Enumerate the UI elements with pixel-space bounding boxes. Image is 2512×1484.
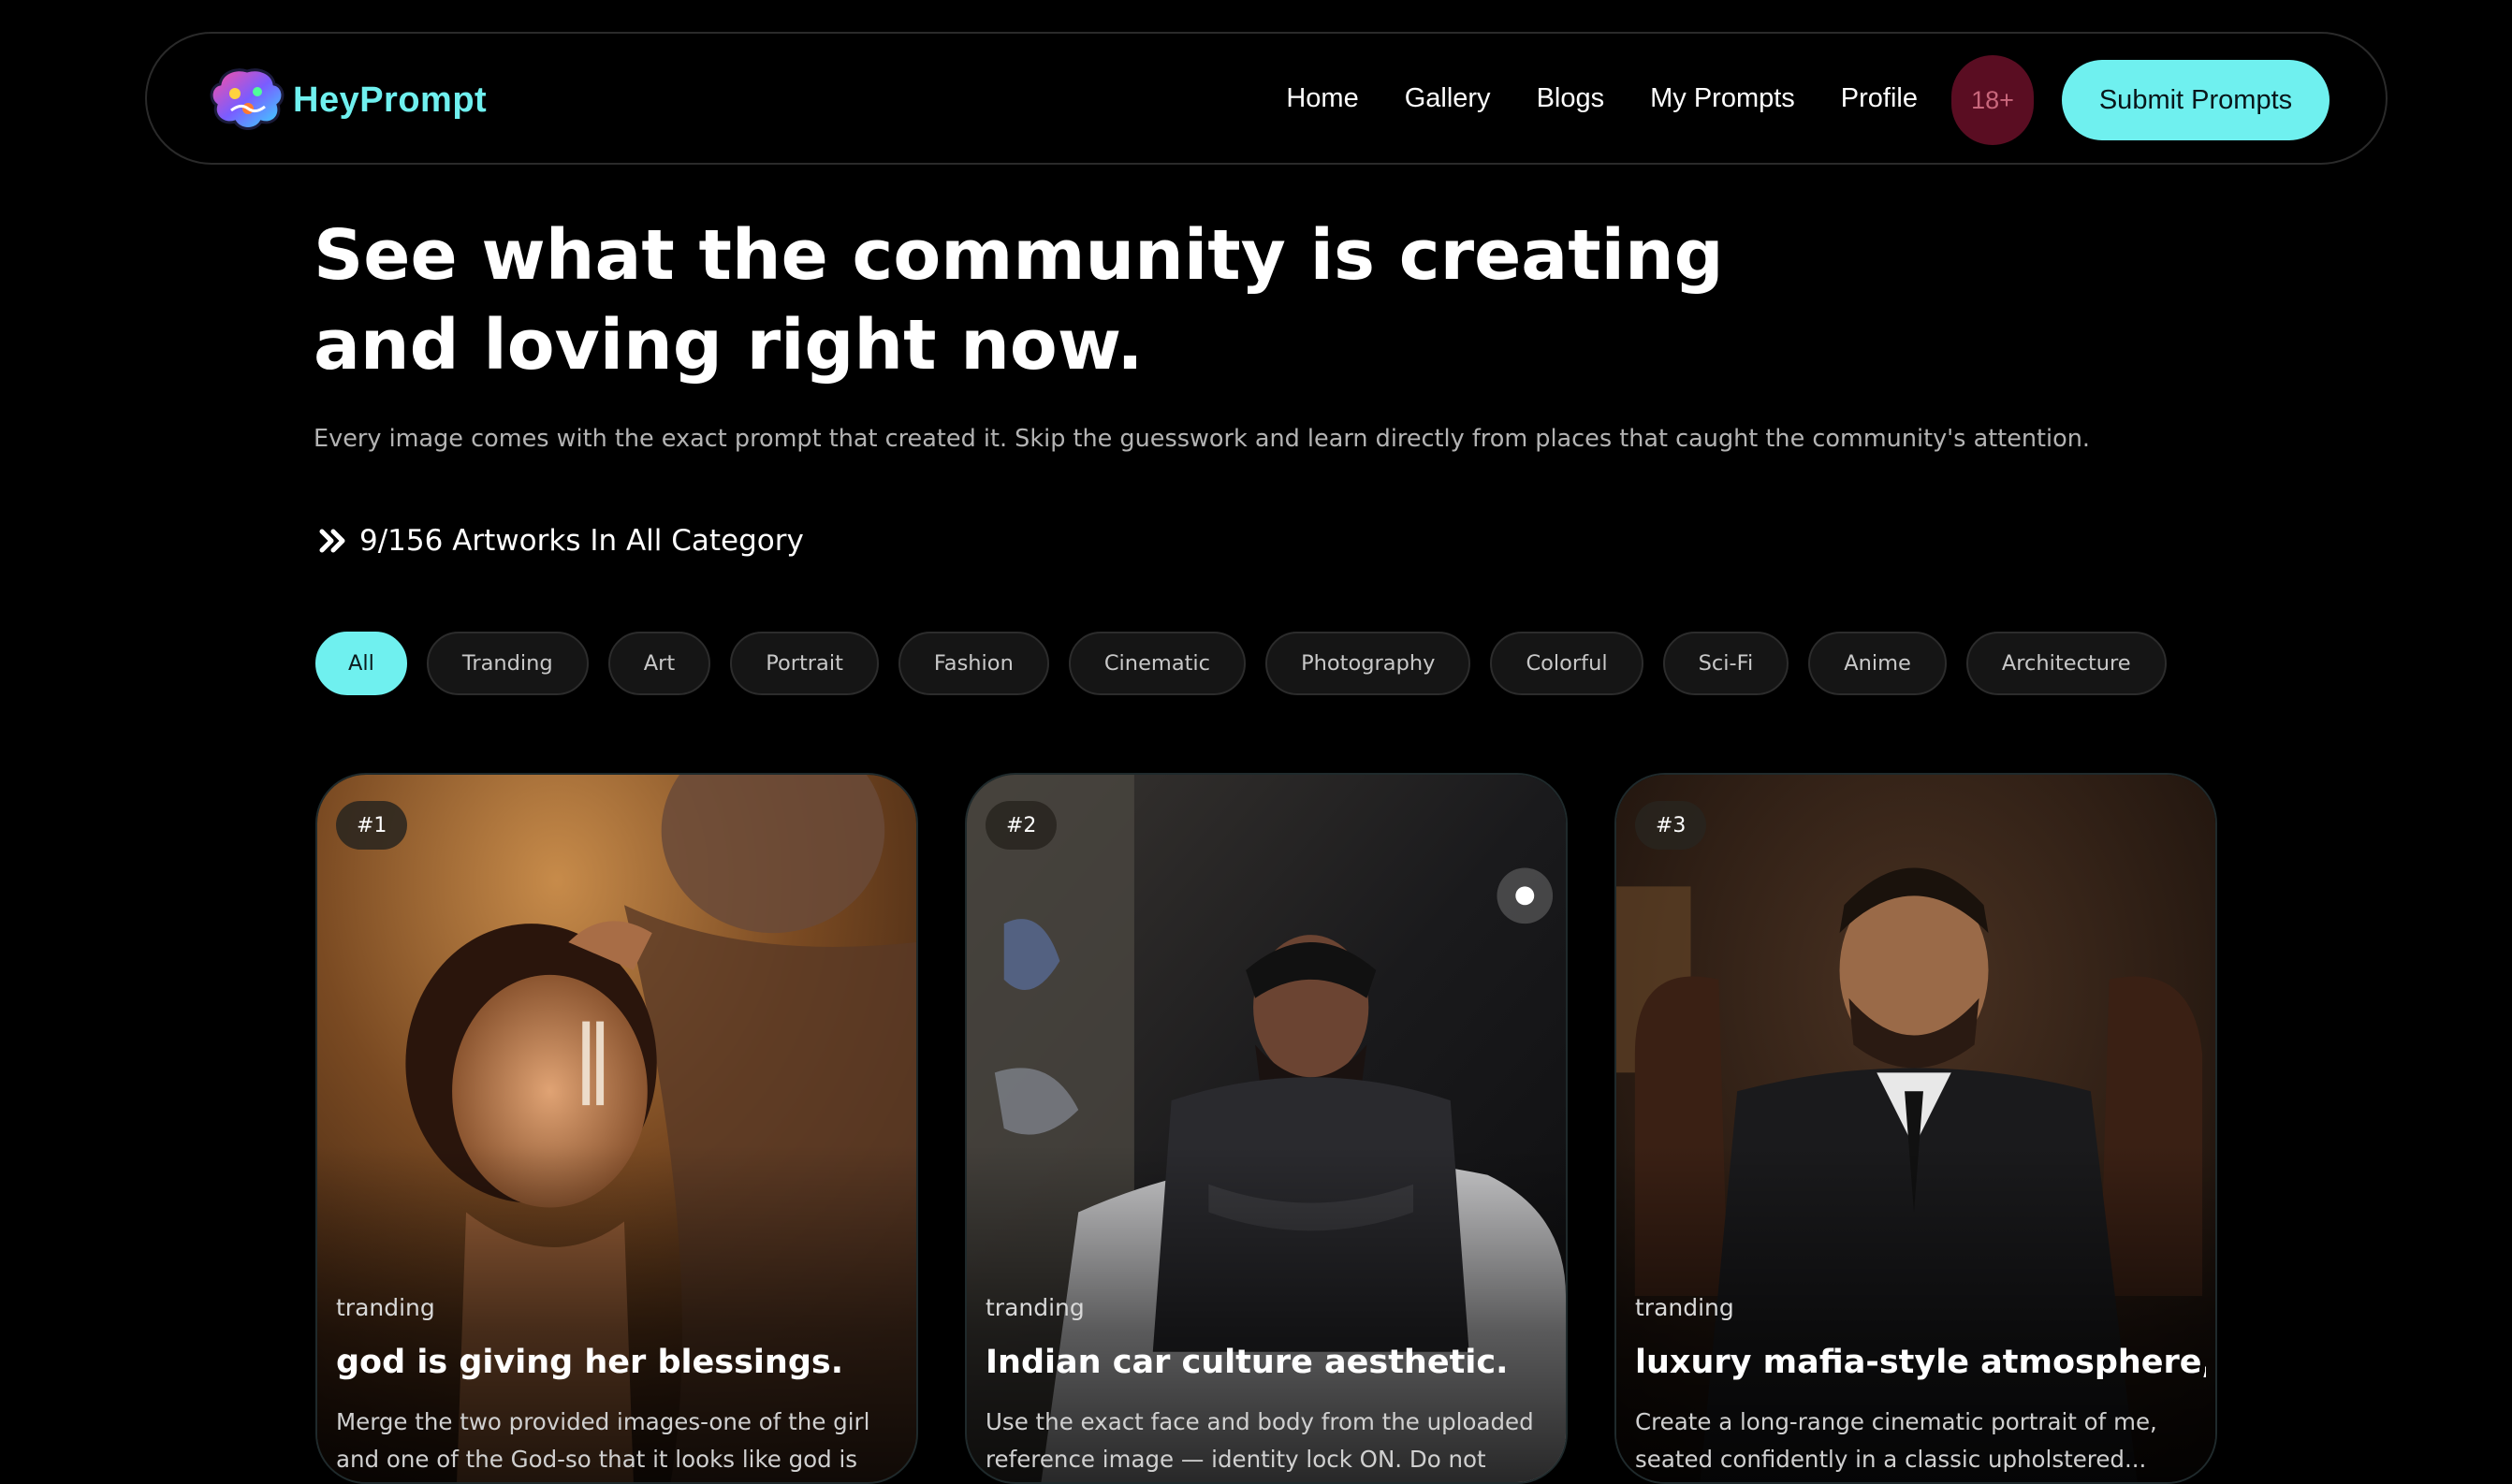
navbar: HeyPrompt Home Gallery Blogs My Prompts … bbox=[145, 32, 2388, 165]
nav-blogs[interactable]: Blogs bbox=[1537, 83, 1605, 114]
page-subtitle: Every image comes with the exact prompt … bbox=[314, 425, 2090, 453]
nav-gallery[interactable]: Gallery bbox=[1405, 83, 1491, 114]
category-photography[interactable]: Photography bbox=[1265, 632, 1471, 695]
category-portrait[interactable]: Portrait bbox=[730, 632, 879, 695]
artwork-card[interactable]: #2 tranding Indian car culture aesthetic… bbox=[965, 773, 1568, 1484]
card-description: Create a long-range cinematic portrait o… bbox=[1635, 1408, 2157, 1473]
card-category: tranding bbox=[986, 1294, 1085, 1321]
nav-profile[interactable]: Profile bbox=[1841, 83, 1918, 114]
double-chevron-right-icon bbox=[319, 529, 345, 553]
card-title: Indian car culture aesthetic. bbox=[986, 1344, 1509, 1381]
artwork-count-text: 9/156 Artworks In All Category bbox=[359, 524, 804, 558]
category-sci-fi[interactable]: Sci-Fi bbox=[1662, 632, 1789, 695]
card-category: tranding bbox=[336, 1294, 435, 1321]
category-filter: All Tranding Art Portrait Fashion Cinema… bbox=[315, 632, 2167, 695]
rank-badge: #3 bbox=[1635, 801, 1707, 850]
artwork-count: 9/156 Artworks In All Category bbox=[318, 524, 804, 558]
category-anime[interactable]: Anime bbox=[1808, 632, 1947, 695]
card-category: tranding bbox=[1635, 1294, 1734, 1321]
artwork-card[interactable]: #1 tranding god is giving her blessings.… bbox=[315, 773, 918, 1484]
category-all[interactable]: All bbox=[315, 632, 407, 695]
category-colorful[interactable]: Colorful bbox=[1490, 632, 1643, 695]
category-architecture[interactable]: Architecture bbox=[1965, 632, 2167, 695]
page-title: See what the community is creating and l… bbox=[314, 215, 1724, 386]
logo[interactable]: HeyPrompt bbox=[207, 65, 487, 135]
artwork-card[interactable]: #3 tranding luxury mafia-style atmospher… bbox=[1614, 773, 2217, 1484]
nav-links: Home Gallery Blogs My Prompts Profile bbox=[1286, 34, 1918, 163]
card-title: luxury mafia-style atmosphere, s... bbox=[1635, 1344, 2206, 1381]
age-filter-badge[interactable]: 18+ bbox=[1951, 55, 2034, 145]
submit-prompts-button[interactable]: Submit Prompts bbox=[2062, 60, 2329, 140]
category-tranding[interactable]: Tranding bbox=[426, 632, 589, 695]
rank-badge: #1 bbox=[336, 801, 408, 850]
category-fashion[interactable]: Fashion bbox=[898, 632, 1049, 695]
rank-badge: #2 bbox=[986, 801, 1058, 850]
nav-my-prompts[interactable]: My Prompts bbox=[1650, 83, 1795, 114]
logo-text: HeyPrompt bbox=[293, 80, 488, 120]
card-title: god is giving her blessings. bbox=[336, 1344, 844, 1381]
card-description: Merge the two provided images-one of the… bbox=[336, 1408, 870, 1473]
card-description: Use the exact face and body from the upl… bbox=[986, 1408, 1534, 1473]
nav-home[interactable]: Home bbox=[1286, 83, 1358, 114]
category-cinematic[interactable]: Cinematic bbox=[1068, 632, 1247, 695]
category-art[interactable]: Art bbox=[607, 632, 711, 695]
brain-logo-icon bbox=[210, 68, 285, 130]
